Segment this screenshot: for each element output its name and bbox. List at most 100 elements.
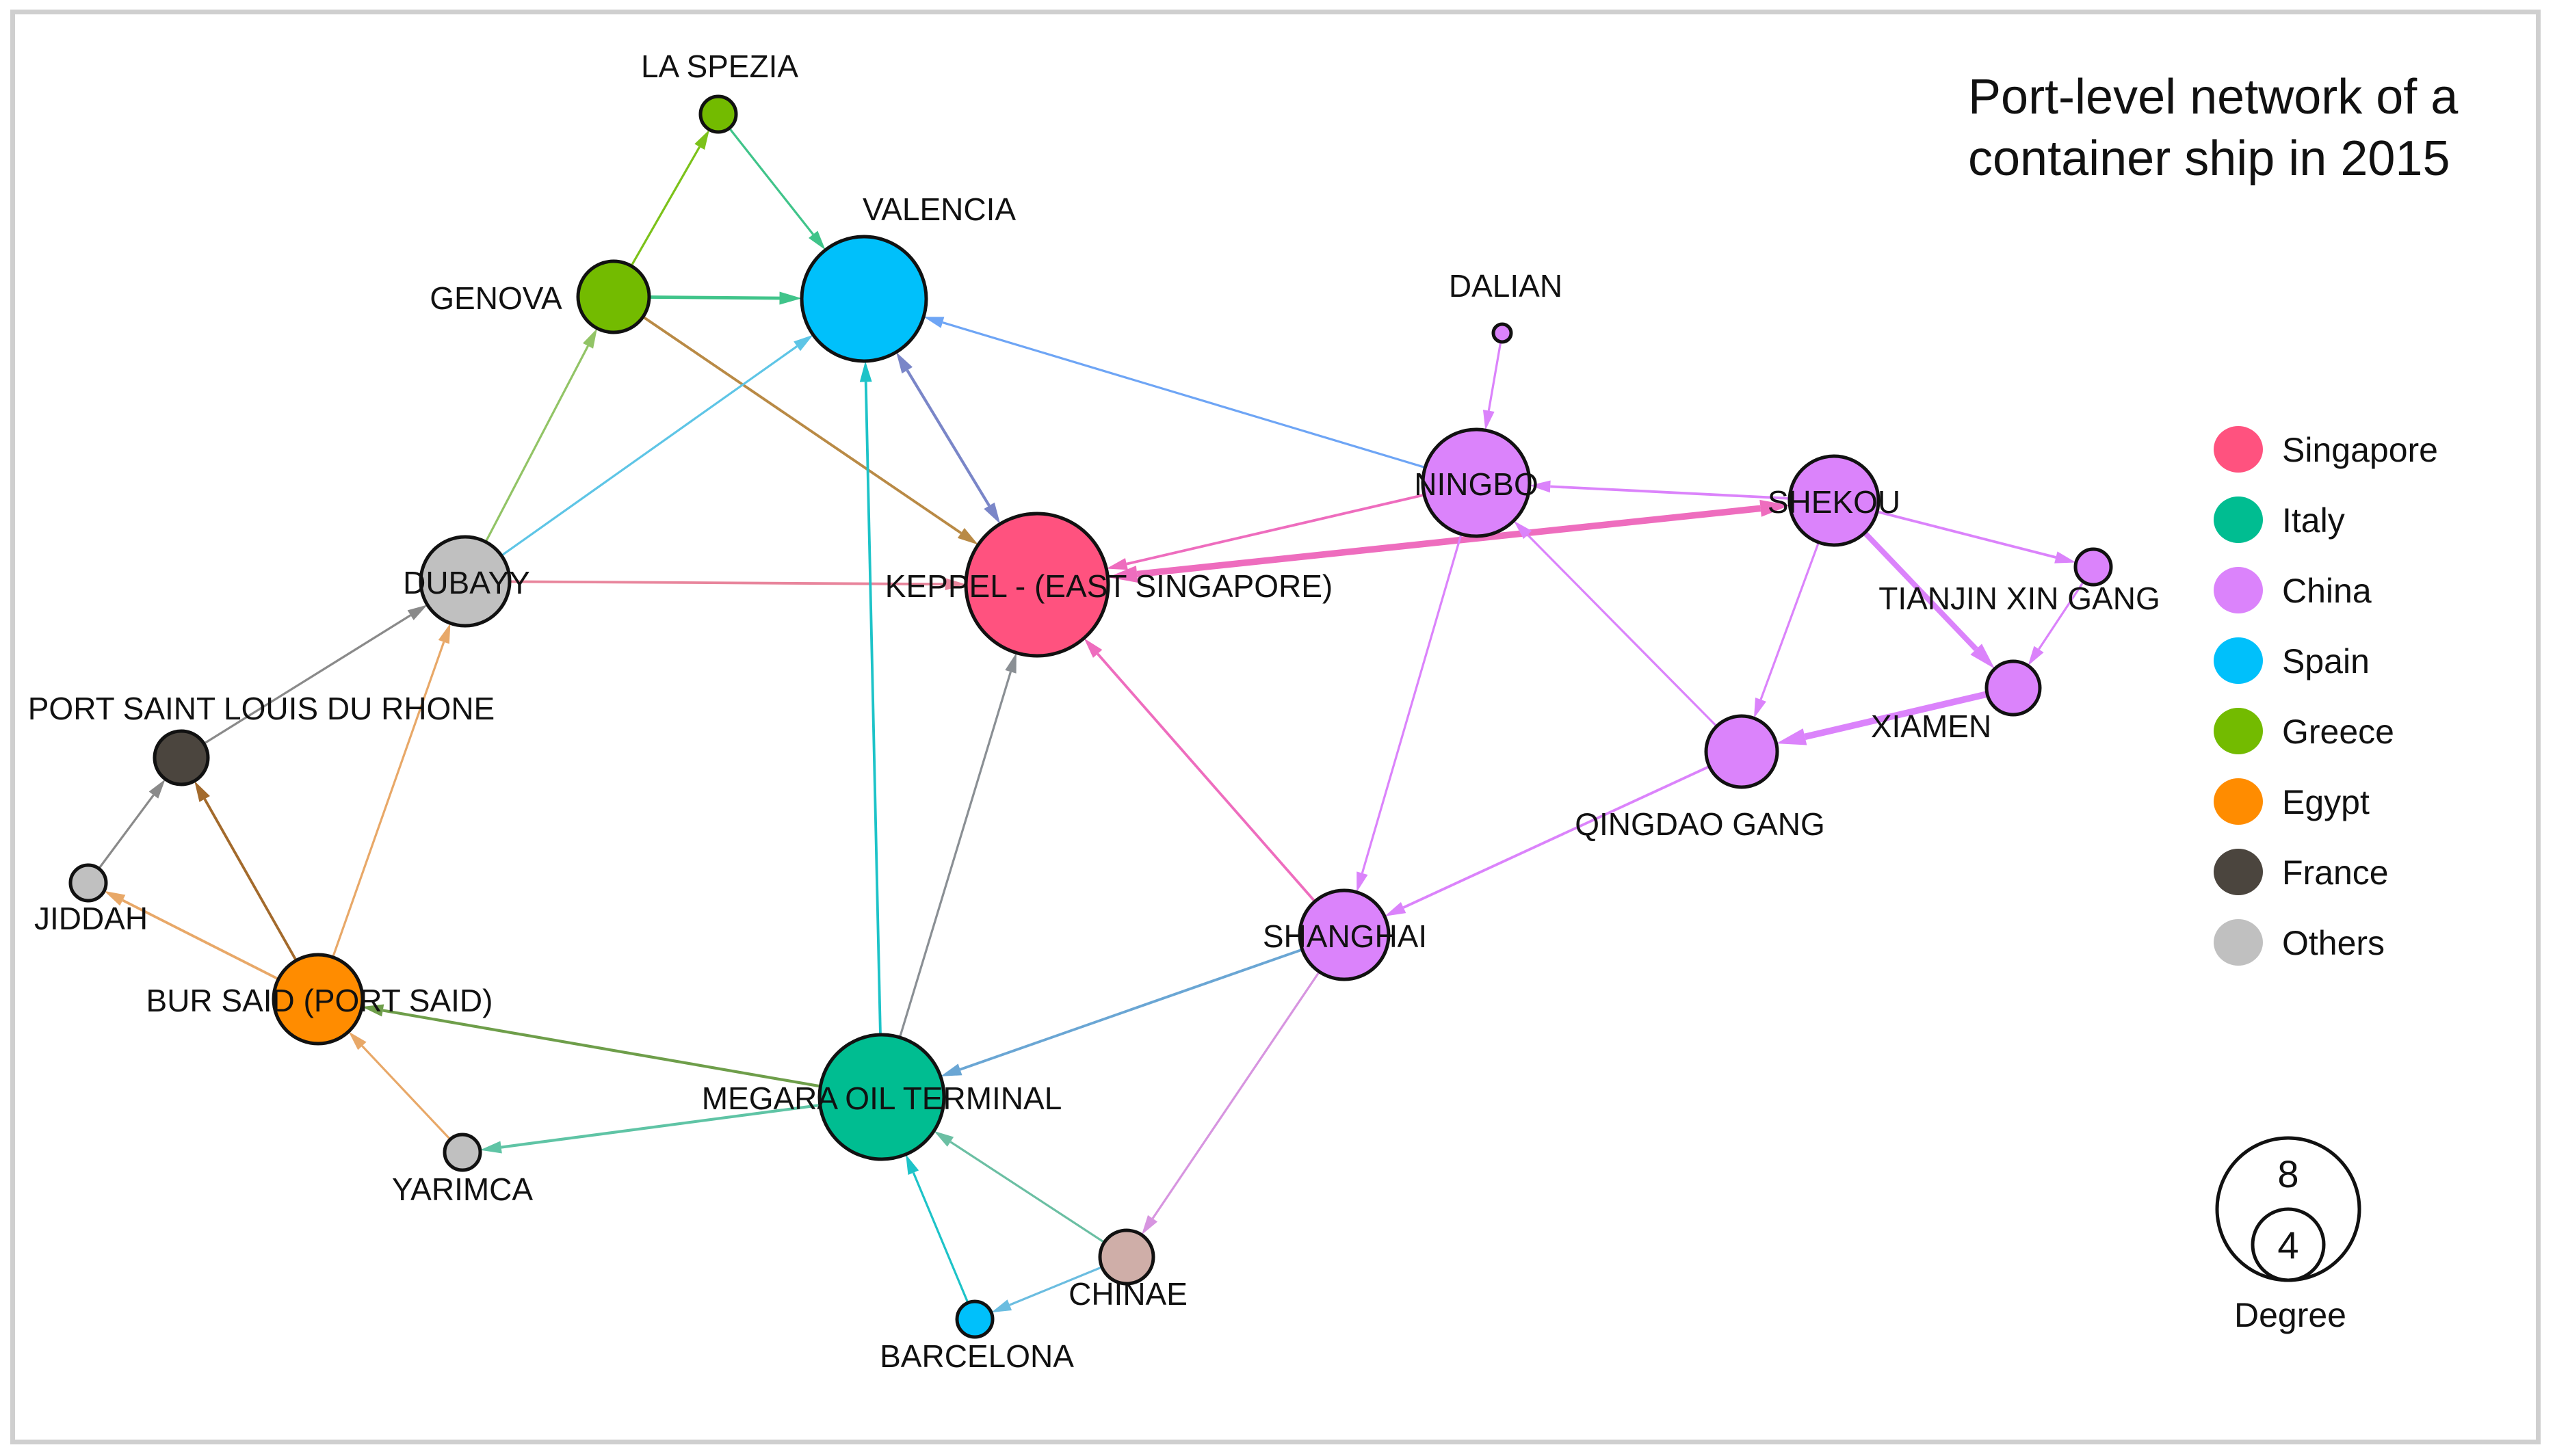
arrowhead-icon [407, 605, 428, 620]
legend-item-egypt: Egypt [2214, 778, 2370, 825]
labels-layer: LA SPEZIA GENOVA VALENCIA DUBAYY KEPPEL - (E… [28, 49, 2160, 1374]
edge-line [1527, 534, 1718, 728]
node-dalian[interactable] [1491, 322, 1513, 344]
node-label-dalian: DALIAN [1449, 268, 1562, 304]
chart-title: Port-level network of a container ship i… [1968, 70, 2459, 186]
edge-la-spezia-to-valencia [728, 127, 826, 250]
arrowhead-icon [1005, 652, 1017, 674]
port-network-graph: LA SPEZIA GENOVA VALENCIA DUBAYY KEPPEL - (E… [28, 49, 2459, 1374]
legend-item-greece: Greece [2214, 708, 2394, 754]
edge-line [1097, 652, 1316, 903]
edge-line [906, 369, 991, 507]
legend-swatch-icon [2214, 637, 2263, 684]
arrowhead-icon [923, 317, 945, 328]
node-label-shanghai: SHANGHAI [1263, 918, 1427, 954]
arrowhead-icon [480, 1141, 502, 1154]
edge-line [949, 1141, 1105, 1244]
edge-line [382, 1009, 821, 1088]
arrowhead-icon [1141, 1215, 1158, 1235]
legend-item-france: France [2214, 849, 2389, 895]
edge-line [942, 321, 1426, 469]
edge-bur-said-port-said-to-port-saint-louis-du-rhone [194, 780, 298, 962]
edge-shekou-to-ningbo [1529, 480, 1790, 500]
legend-swatch-icon [2214, 708, 2263, 754]
arrowhead-icon [940, 1063, 962, 1076]
node-label-valencia: VALENCIA [863, 191, 1016, 227]
size-legend-value: 8 [2277, 1152, 2298, 1195]
arrowhead-icon [583, 328, 597, 349]
edge-line [864, 382, 882, 1035]
edge-line [728, 127, 814, 235]
size-legend-title: Degree [2234, 1296, 2346, 1334]
legend-item-spain: Spain [2214, 637, 2370, 684]
node-label-dubayy: DUBAYY [403, 565, 530, 600]
edge-line [648, 295, 780, 300]
edge-line [898, 671, 1012, 1038]
node-la-spezia[interactable] [698, 94, 738, 134]
arrowhead-icon [991, 1299, 1012, 1313]
node-qingdao-gang[interactable] [1704, 714, 1779, 789]
legend-swatch-icon [2214, 426, 2263, 473]
legend-swatch-icon [2214, 919, 2263, 966]
node-tianjin-xin-gang[interactable] [2073, 547, 2113, 587]
arrowhead-icon [1753, 698, 1766, 719]
edge-barcelona-to-megara-oil-terminal [906, 1154, 969, 1303]
edge-line [332, 641, 445, 958]
legend-item-china: China [2214, 567, 2372, 613]
arrowhead-icon [1385, 901, 1406, 916]
arrowhead-icon [779, 291, 802, 305]
node-barcelona[interactable] [955, 1299, 995, 1339]
edge-line [484, 345, 589, 543]
edge-line [1759, 542, 1820, 700]
node-yarimca[interactable] [443, 1133, 482, 1172]
node-label-la-spezia: LA SPEZIA [641, 49, 798, 84]
edge-chinae-to-megara-oil-terminal [934, 1130, 1105, 1244]
node-valencia[interactable] [800, 235, 928, 363]
edge-dalian-to-ningbo [1482, 341, 1502, 431]
node-xiamen[interactable] [1984, 659, 2042, 717]
edge-line [1126, 493, 1425, 566]
edge-shanghai-to-chinae [1141, 970, 1320, 1235]
node-label-ningbo: NINGBO [1414, 466, 1538, 502]
edge-line [630, 146, 701, 267]
node-label-xiamen: XIAMEN [1871, 709, 1991, 744]
edge-genova-to-keppel-east-singapore [642, 315, 979, 545]
arrowhead-icon [148, 779, 166, 799]
node-label-port-saint-louis-du-rhone: PORT SAINT LOUIS DU RHONE [28, 691, 495, 726]
arrowhead-icon [957, 528, 979, 545]
edge-ningbo-to-shanghai [1357, 533, 1463, 892]
size-legend-value: 4 [2277, 1223, 2298, 1267]
arrowhead-icon [809, 230, 826, 250]
legend-item-others: Others [2214, 919, 2385, 966]
legend-label: Spain [2282, 642, 2370, 680]
edge-line [1151, 970, 1320, 1219]
edge-line [1876, 510, 2056, 559]
title-line-1: Port-level network of a [1968, 70, 2459, 124]
legend-label: China [2282, 572, 2372, 610]
edge-ningbo-to-valencia [923, 317, 1426, 469]
edge-line [642, 315, 962, 535]
edge-line [203, 798, 298, 962]
arrowhead-icon [896, 352, 913, 374]
edge-genova-to-valencia [648, 291, 802, 305]
node-label-qingdao-gang: QINGDAO GANG [1575, 806, 1824, 842]
edge-line [912, 1172, 969, 1303]
node-jiddah[interactable] [68, 863, 108, 903]
edge-line [959, 948, 1303, 1071]
legend-label: Others [2282, 924, 2385, 962]
size-legend-item-4: 4 [2251, 1207, 2326, 1282]
edge-megara-oil-terminal-to-keppel-east-singapore [898, 652, 1017, 1038]
legend-item-italy: Italy [2214, 497, 2345, 543]
edge-dubayy-to-valencia [501, 334, 813, 557]
node-port-saint-louis-du-rhone[interactable] [153, 729, 210, 786]
node-genova[interactable] [576, 259, 651, 334]
node-label-bur-said-port-said: BUR SAID (PORT SAID) [146, 983, 493, 1018]
edge-dubayy-to-genova [484, 328, 597, 543]
edge-qingdao-gang-to-ningbo [1513, 520, 1718, 728]
node-label-chinae: CHINAE [1069, 1276, 1188, 1312]
legend-swatch-icon [2214, 778, 2263, 825]
node-label-genova: GENOVA [430, 280, 562, 316]
edge-jiddah-to-port-saint-louis-du-rhone [98, 779, 166, 870]
node-label-yarimca: YARIMCA [392, 1172, 533, 1207]
arrowhead-icon [1776, 728, 1807, 745]
